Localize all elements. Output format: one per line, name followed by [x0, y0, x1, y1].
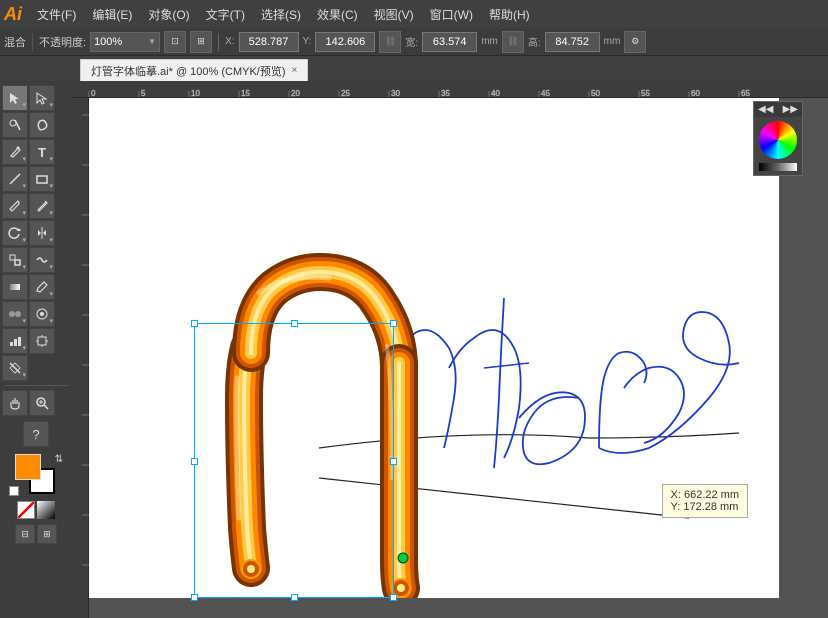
y-label: Y: [303, 36, 312, 47]
svg-text:0: 0 [91, 89, 96, 98]
brush-tool-btn[interactable]: ▾ [2, 193, 28, 219]
x-field[interactable] [239, 32, 299, 52]
rotate-tool-btn[interactable]: ▾ [2, 220, 28, 246]
graph-tool-btn[interactable]: ▾ [2, 328, 28, 354]
more-btn[interactable]: ⚙ [624, 31, 646, 53]
menu-window[interactable]: 窗口(W) [423, 4, 480, 25]
svg-text:50: 50 [591, 89, 600, 98]
svg-text:10: 10 [191, 89, 200, 98]
make-mask-btn[interactable]: ⊡ [164, 31, 186, 53]
menu-type[interactable]: 文字(T) [199, 4, 252, 25]
svg-text:45: 45 [541, 89, 550, 98]
fill-color-swatch[interactable] [15, 454, 41, 480]
main-area: ▾ ▾ ▾ T ▾ [0, 81, 828, 618]
svg-text:5: 5 [141, 89, 146, 98]
color-wheel[interactable] [759, 121, 797, 159]
svg-text:35: 35 [441, 89, 450, 98]
tab-label: 灯管字体临摹.ai* @ 100% (CMYK/预览) [91, 63, 286, 79]
menu-edit[interactable]: 编辑(E) [85, 4, 139, 25]
ruler-horizontal: 0 5 10 15 20 25 30 35 40 [72, 81, 828, 98]
svg-text:40: 40 [491, 89, 500, 98]
ruler-vertical [72, 98, 89, 618]
w-label: 宽: [405, 34, 418, 49]
unit-mm-w: mm [481, 36, 498, 47]
svg-text:20: 20 [291, 89, 300, 98]
panel-collapse-btn[interactable]: ◀◀ [758, 104, 773, 115]
w-field[interactable] [422, 32, 477, 52]
menu-help[interactable]: 帮助(H) [482, 4, 537, 25]
toolbar: 混合 不透明度: 100% ⊡ ⊞ X: Y: ⛓ 宽: mm ⛓ 高: mm … [0, 28, 828, 56]
lasso-btn[interactable] [29, 112, 55, 138]
document-tab[interactable]: 灯管字体临摹.ai* @ 100% (CMYK/预览) × [80, 59, 308, 81]
h-label: 高: [528, 34, 541, 49]
svg-text:25: 25 [341, 89, 350, 98]
type-tool-btn[interactable]: T ▾ [29, 139, 55, 165]
svg-text:15: 15 [241, 89, 250, 98]
gradient-tool-btn[interactable] [2, 274, 28, 300]
toggle-visibility-btn[interactable]: ⊞ [37, 524, 57, 544]
mirror-tool-btn[interactable]: ▾ [29, 220, 55, 246]
coordinates-tooltip: X: 662.22 mm Y: 172.28 mm [662, 484, 749, 518]
default-colors-btn[interactable]: D [9, 486, 19, 496]
tooltip-x-value: 662.22 mm [684, 489, 739, 501]
rect-tool-btn[interactable]: ▾ [29, 166, 55, 192]
blend-mode-label: 混合 [4, 34, 26, 50]
menu-view[interactable]: 视图(V) [367, 4, 421, 25]
h-field[interactable] [545, 32, 600, 52]
menu-file[interactable]: 文件(F) [30, 4, 83, 25]
magic-wand-btn[interactable] [2, 112, 28, 138]
help-btn[interactable]: ? [23, 421, 49, 447]
app-logo: Ai [4, 5, 22, 23]
svg-text:30: 30 [391, 89, 400, 98]
x-label: X: [225, 36, 234, 47]
chain-btn[interactable]: ⛓ [502, 31, 524, 53]
panel-header: ◀◀ ▶▶ [754, 102, 802, 117]
select-tool-btn[interactable]: ▾ [2, 85, 28, 111]
blend-tool-btn[interactable]: ▾ [2, 301, 28, 327]
symbol-tool-btn[interactable]: ▾ [29, 301, 55, 327]
gradient-swatch-btn[interactable] [37, 501, 55, 519]
scale-tool-btn[interactable]: ▾ [2, 247, 28, 273]
svg-text:65: 65 [741, 89, 750, 98]
tabbar: 灯管字体临摹.ai* @ 100% (CMYK/预览) × [0, 56, 828, 81]
artwork-svg [89, 98, 779, 598]
opacity-dropdown[interactable]: 100% [90, 32, 160, 52]
menubar: Ai 文件(F) 编辑(E) 对象(O) 文字(T) 选择(S) 效果(C) 视… [0, 0, 828, 28]
y-field[interactable] [315, 32, 375, 52]
svg-text:55: 55 [641, 89, 650, 98]
pencil-tool-btn[interactable]: ▾ [29, 193, 55, 219]
panel-expand-btn[interactable]: ▶▶ [783, 104, 798, 115]
warp-tool-btn[interactable]: ▾ [29, 247, 55, 273]
line-tool-btn[interactable]: ▾ [2, 166, 28, 192]
slice-tool-btn[interactable]: ▾ [2, 355, 28, 381]
align-btn[interactable]: ⊞ [190, 31, 212, 53]
color-panel: ◀◀ ▶▶ [753, 101, 803, 176]
tooltip-x-label: X: [671, 489, 681, 501]
menu-object[interactable]: 对象(O) [141, 4, 196, 25]
brightness-slider[interactable] [759, 163, 797, 171]
change-screen-mode-btn[interactable]: ⊟ [15, 524, 35, 544]
swap-colors-btn[interactable]: ⇅ [55, 454, 63, 465]
eyedropper-tool-btn[interactable]: ▾ [29, 274, 55, 300]
unit-mm-h: mm [604, 36, 621, 47]
opacity-label: 不透明度: [39, 34, 86, 50]
no-color-btn[interactable] [17, 501, 35, 519]
artboard-tool-btn[interactable] [29, 328, 55, 354]
link-wh-btn[interactable]: ⛓ [379, 31, 401, 53]
svg-text:60: 60 [691, 89, 700, 98]
direct-select-tool-btn[interactable]: ▾ [29, 85, 55, 111]
tooltip-y-value: 172.28 mm [683, 501, 738, 513]
tab-close-btn[interactable]: × [292, 65, 298, 76]
menu-select[interactable]: 选择(S) [254, 4, 308, 25]
left-toolbar: ▾ ▾ ▾ T ▾ [0, 81, 72, 618]
menu-effect[interactable]: 效果(C) [310, 4, 365, 25]
tooltip-y-label: Y: [671, 501, 681, 513]
panel-body [754, 117, 802, 175]
pen-tool-btn[interactable]: ▾ [2, 139, 28, 165]
hand-tool-btn[interactable] [2, 390, 28, 416]
canvas-area[interactable]: 0 5 10 15 20 25 30 35 40 [72, 81, 828, 618]
zoom-tool-btn[interactable] [29, 390, 55, 416]
